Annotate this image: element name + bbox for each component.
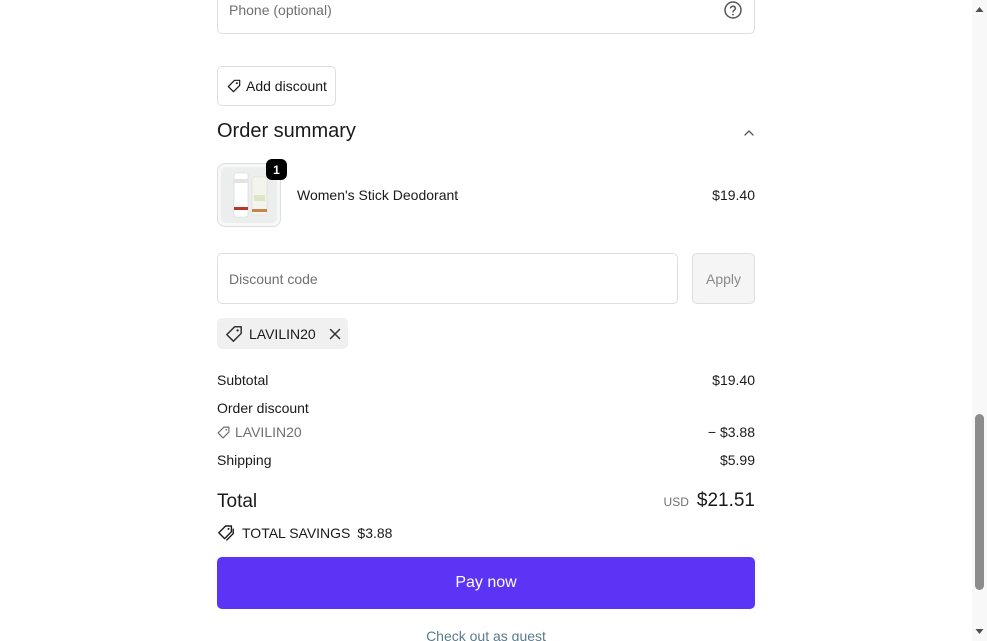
- shipping-value: $5.99: [719, 452, 755, 468]
- order-summary-title: Order summary: [217, 120, 356, 142]
- discount-code-field[interactable]: [217, 253, 678, 304]
- total-currency: USD: [663, 495, 689, 509]
- scrollbar[interactable]: [972, 0, 987, 641]
- total-label: Total: [217, 491, 258, 512]
- chevron-up-icon[interactable]: [743, 127, 755, 139]
- applied-code-label: LAVILIN20: [249, 325, 316, 342]
- scroll-up-arrow-icon[interactable]: [975, 5, 984, 14]
- shipping-label: Shipping: [217, 452, 272, 468]
- savings-label: TOTAL SAVINGS: [242, 525, 351, 541]
- scrollbar-thumb[interactable]: [975, 414, 984, 590]
- help-icon[interactable]: [723, 0, 743, 20]
- pay-now-button[interactable]: Pay now: [217, 557, 755, 609]
- tag-icon: [226, 325, 242, 342]
- phone-input[interactable]: [229, 0, 709, 21]
- tag-icon: [217, 426, 230, 438]
- discount-code-input[interactable]: [229, 268, 659, 290]
- tag-icon: [227, 79, 241, 93]
- total-value: $21.51: [696, 490, 755, 511]
- total-savings: TOTAL SAVINGS $3.88: [217, 524, 392, 542]
- checkout-as-guest-link[interactable]: Check out as guest: [0, 628, 972, 641]
- scroll-down-arrow-icon[interactable]: [975, 627, 984, 636]
- total-amount-group: USD $21.51: [664, 490, 755, 512]
- apply-button[interactable]: Apply: [692, 253, 755, 304]
- phone-field[interactable]: [217, 0, 755, 34]
- subtotal-label: Subtotal: [217, 372, 269, 388]
- subtotal-value: $19.40: [712, 372, 755, 388]
- applied-discount-chip: LAVILIN20: [217, 318, 348, 349]
- savings-tags-icon: [218, 525, 234, 541]
- discount-code-text: LAVILIN20: [235, 424, 302, 440]
- remove-discount-icon[interactable]: [328, 327, 342, 341]
- savings-value: $3.88: [357, 525, 393, 541]
- quantity-badge: 1: [266, 159, 287, 180]
- order-discount-label: Order discount: [217, 400, 309, 416]
- add-discount-label: Add discount: [246, 78, 327, 94]
- add-discount-button[interactable]: Add discount: [217, 66, 336, 106]
- product-name: Women's Stick Deodorant: [297, 187, 459, 203]
- product-price: $19.40: [712, 187, 755, 203]
- discount-value: − $3.88: [707, 424, 755, 440]
- discount-code-line: LAVILIN20: [217, 424, 302, 440]
